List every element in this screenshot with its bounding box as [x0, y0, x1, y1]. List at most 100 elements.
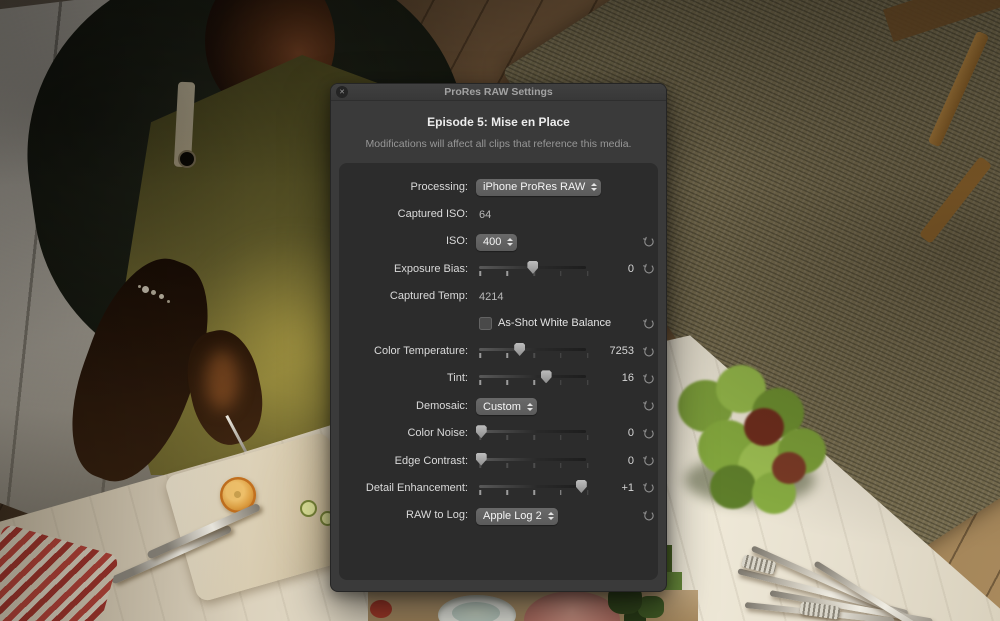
slider-tick: [560, 380, 562, 385]
slider-handle[interactable]: [527, 261, 538, 274]
slider-tick: [587, 353, 589, 358]
slider-handle[interactable]: [476, 425, 487, 438]
processing-dropdown[interactable]: iPhone ProRes RAW: [476, 179, 601, 196]
reset-icon: [642, 509, 655, 522]
dropdown-value: 400: [483, 236, 501, 248]
slider-tick: [560, 463, 562, 468]
red-lettuce-leaf: [772, 452, 806, 484]
modifications-note: Modifications will affect all clips that…: [331, 138, 666, 150]
slider-tick: [533, 490, 535, 495]
slider-tick: [587, 463, 589, 468]
exposure-bias-slider[interactable]: [479, 258, 589, 280]
row-control: As-Shot White Balance: [470, 315, 592, 333]
row-control: [470, 477, 592, 499]
red-radish: [370, 600, 392, 618]
slider-track: [479, 375, 586, 378]
row-label: Edge Contrast:: [340, 455, 468, 467]
row-edge-contrast: Edge Contrast: 0: [339, 447, 658, 474]
as-shot-white-balance-label: As-Shot White Balance: [498, 317, 611, 329]
tint-slider[interactable]: [479, 367, 589, 389]
row-value: 7253: [594, 345, 636, 357]
reset-button[interactable]: [638, 235, 658, 248]
row-value: 0: [594, 263, 636, 275]
reset-icon: [642, 454, 655, 467]
row-control: Custom: [470, 397, 592, 416]
row-color-noise: Color Noise: 0: [339, 420, 658, 447]
row-label: Color Noise:: [340, 427, 468, 439]
color-temperature-slider[interactable]: [479, 340, 589, 362]
slider-tick: [506, 271, 508, 276]
close-button[interactable]: ✕: [336, 86, 348, 98]
row-label: RAW to Log:: [340, 509, 468, 521]
reset-icon: [642, 481, 655, 494]
row-label: Detail Enhancement:: [340, 482, 468, 494]
settings-panel: Processing: iPhone ProRes RAW Captured I…: [339, 163, 658, 580]
slider-tick: [479, 380, 481, 385]
slider-tick: [533, 380, 535, 385]
reset-button[interactable]: [638, 481, 658, 494]
dialog-titlebar[interactable]: ✕ ProRes RAW Settings: [331, 84, 666, 101]
dropdown-value: iPhone ProRes RAW: [483, 181, 585, 193]
row-value: +1: [594, 482, 636, 494]
slider-handle[interactable]: [541, 370, 552, 383]
reset-button[interactable]: [638, 399, 658, 412]
edge-contrast-slider[interactable]: [479, 450, 589, 472]
reset-button[interactable]: [638, 262, 658, 275]
slider-track: [479, 430, 586, 433]
slider-tick: [560, 353, 562, 358]
row-label: ISO:: [340, 235, 468, 247]
row-demosaic: Demosaic: Custom: [339, 392, 658, 419]
row-captured-temp: Captured Temp: 4214: [339, 283, 658, 310]
slider-tick: [506, 463, 508, 468]
row-exposure-bias: Exposure Bias: 0: [339, 255, 658, 282]
raw-to-log-dropdown[interactable]: Apple Log 2: [476, 508, 558, 525]
chevron-up-down-icon: [527, 403, 533, 411]
row-color-temperature: Color Temperature: 7253: [339, 337, 658, 364]
row-control: 64: [470, 205, 592, 223]
row-label: Captured ISO:: [340, 208, 468, 220]
dropdown-value: Custom: [483, 401, 521, 413]
row-value: 0: [594, 427, 636, 439]
row-captured-iso: Captured ISO: 64: [339, 200, 658, 227]
reset-button[interactable]: [638, 454, 658, 467]
chevron-up: [507, 238, 513, 241]
row-control: [470, 340, 592, 362]
reset-button[interactable]: [638, 317, 658, 330]
reset-button[interactable]: [638, 345, 658, 358]
slider-handle[interactable]: [576, 480, 587, 493]
slider-tick: [587, 380, 589, 385]
slider-tick: [560, 435, 562, 440]
slider-tick: [533, 463, 535, 468]
lettuce-leaf: [710, 465, 756, 509]
reset-button[interactable]: [638, 372, 658, 385]
red-lettuce-leaf: [744, 408, 784, 446]
slider-tick: [479, 490, 481, 495]
slider-tick: [506, 435, 508, 440]
row-processing: Processing: iPhone ProRes RAW: [339, 173, 658, 200]
row-control: iPhone ProRes RAW: [470, 177, 592, 196]
bead-bracelet: [142, 286, 149, 293]
demosaic-dropdown[interactable]: Custom: [476, 398, 537, 415]
iso-dropdown[interactable]: 400: [476, 234, 517, 251]
reset-icon: [642, 399, 655, 412]
as-shot-white-balance-checkbox[interactable]: [479, 317, 492, 330]
slider-tick: [479, 353, 481, 358]
slider-handle[interactable]: [476, 453, 487, 466]
row-value: 0: [594, 455, 636, 467]
color-noise-slider[interactable]: [479, 422, 589, 444]
detail-enhancement-slider[interactable]: [479, 477, 589, 499]
slider-tick: [506, 353, 508, 358]
slider-track: [479, 485, 586, 488]
row-label: Processing:: [340, 181, 468, 193]
slider-handle[interactable]: [514, 343, 525, 356]
row-iso: ISO: 400: [339, 228, 658, 255]
dialog-title: ProRes RAW Settings: [444, 86, 553, 98]
row-label: Captured Temp:: [340, 290, 468, 302]
reset-button[interactable]: [638, 427, 658, 440]
row-label: Demosaic:: [340, 400, 468, 412]
reset-button[interactable]: [638, 509, 658, 522]
row-control: 4214: [470, 287, 592, 305]
chevron-up: [527, 403, 533, 406]
row-label: Color Temperature:: [340, 345, 468, 357]
chevron-down: [507, 243, 513, 246]
